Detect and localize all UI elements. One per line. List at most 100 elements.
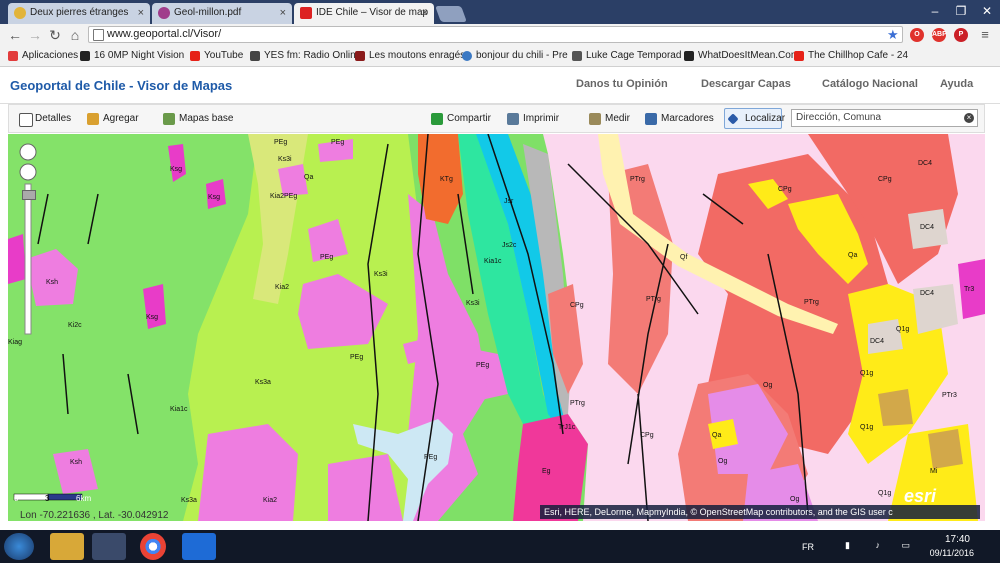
map-unit-label: Qa xyxy=(712,432,722,439)
maximize-icon[interactable]: ❐ xyxy=(948,2,974,20)
map-unit-label: PEg xyxy=(424,454,438,461)
geology-map[interactable]: Ksg Ksg Ksg Ksh Ksh Ki2c Kiag Kia1c Ks3a… xyxy=(8,134,985,521)
reload-icon[interactable]: ↻ xyxy=(46,27,64,43)
google-earth-icon[interactable] xyxy=(182,533,216,560)
tab-ide-chile[interactable]: IDE Chile – Visor de map × xyxy=(294,3,434,24)
map-attribution: Esri, HERE, DeLorme, MapmyIndia, © OpenS… xyxy=(540,505,980,519)
map-unit-label: PTrg xyxy=(646,296,661,303)
close-tab-icon[interactable]: × xyxy=(422,3,428,23)
scale-label-mid: 3 xyxy=(45,494,50,503)
bookmark-chillhop[interactable]: The Chillhop Cafe - 24 xyxy=(794,49,908,63)
map-unit-label: PEg xyxy=(320,254,334,261)
close-tab-icon[interactable]: × xyxy=(280,3,286,23)
tab-geol-millon[interactable]: Geol-millon.pdf × xyxy=(152,3,292,24)
page-title: Geoportal de Chile - Visor de Mapas xyxy=(10,78,233,93)
bookmark-favicon-icon xyxy=(684,51,694,61)
tab-label: Geol-millon.pdf xyxy=(174,7,242,18)
nav-descargar-capas[interactable]: Descargar Capas xyxy=(701,78,791,90)
tab-favicon-icon xyxy=(158,7,170,19)
bookmark-youtube[interactable]: YouTube xyxy=(190,49,243,63)
chrome-menu-icon[interactable]: ≡ xyxy=(976,27,994,43)
volume-icon[interactable]: ♪ xyxy=(876,540,881,550)
bookmark-bonjour-chili[interactable]: bonjour du chili - Pre xyxy=(462,49,568,63)
map-unit-label: Ks3a xyxy=(181,497,197,504)
bookmark-favicon-icon xyxy=(572,51,582,61)
battery-icon[interactable]: ▭ xyxy=(901,540,910,551)
new-tab-button[interactable] xyxy=(435,6,467,22)
map-unit-label: Ksh xyxy=(70,459,83,466)
map-unit-label: Q1g xyxy=(860,370,874,377)
map-unit-label: Tr3 xyxy=(964,286,975,293)
tab-deux-pierres[interactable]: Deux pierres étranges × xyxy=(8,3,150,24)
bookmark-moutons[interactable]: Les moutons enragés xyxy=(355,49,465,63)
opera-ext-icon[interactable]: O xyxy=(910,28,924,42)
forward-icon[interactable]: → xyxy=(26,27,44,43)
agregar-button[interactable]: Agregar xyxy=(87,112,139,126)
bookmark-yes-fm[interactable]: YES fm: Radio Online xyxy=(250,49,361,63)
pinterest-ext-icon[interactable]: P xyxy=(954,28,968,42)
apps-grid-icon xyxy=(8,51,18,61)
clock-date[interactable]: 09/11/2016 xyxy=(930,548,974,558)
scale-label-zero: 0 xyxy=(14,494,19,503)
basemap-icon xyxy=(163,113,175,125)
compartir-button[interactable]: Compartir xyxy=(431,112,491,126)
map-unit-label: Mi xyxy=(930,468,938,475)
nav-ayuda[interactable]: Ayuda xyxy=(940,78,973,90)
detalles-button[interactable]: Detalles xyxy=(19,112,71,127)
map-unit-label: Jsr xyxy=(504,198,514,205)
map-unit-label: CPg xyxy=(778,186,792,193)
map-unit-label: Ks3i xyxy=(278,156,292,163)
bookmark-night-vision[interactable]: 16 0MP Night Vision xyxy=(80,49,184,63)
localizar-button[interactable]: Localizar xyxy=(724,108,785,129)
zoom-out-button[interactable] xyxy=(20,164,36,180)
marcadores-button[interactable]: Marcadores xyxy=(645,112,714,126)
map-unit-label: DC4 xyxy=(920,290,935,297)
map-unit-label: Kiag xyxy=(8,339,23,346)
bookmark-apps[interactable]: Aplicaciones xyxy=(8,49,78,63)
nav-danos-opinion[interactable]: Danos tu Opinión xyxy=(576,78,668,90)
app-header: Geoportal de Chile - Visor de Mapas Dano… xyxy=(0,67,1000,104)
zoom-slider-handle[interactable] xyxy=(22,190,36,200)
network-icon[interactable]: ▮ xyxy=(845,540,850,551)
map-unit-label: Ksg xyxy=(170,166,183,173)
url-input[interactable]: www.geoportal.cl/Visor/ xyxy=(88,26,903,43)
search-input[interactable]: Dirección, Comuna × xyxy=(791,109,978,127)
imprimir-button[interactable]: Imprimir xyxy=(507,112,559,126)
tab-label: IDE Chile – Visor de map xyxy=(316,7,429,18)
bookmark-whatdoesitmean[interactable]: WhatDoesItMean.Com xyxy=(684,49,799,63)
close-tab-icon[interactable]: × xyxy=(138,3,144,23)
pin-icon xyxy=(727,113,739,125)
map-unit-label: Og xyxy=(763,382,773,389)
printer-icon xyxy=(507,113,519,125)
map-unit-label: Ksh xyxy=(46,279,59,286)
bookmark-favicon-icon xyxy=(355,51,365,61)
back-icon[interactable]: ← xyxy=(6,27,24,43)
minimize-icon[interactable]: – xyxy=(922,2,948,20)
map-unit-label: Ksg xyxy=(208,194,221,201)
zoom-in-button[interactable] xyxy=(20,144,36,160)
mapas-base-button[interactable]: Mapas base xyxy=(163,112,233,126)
map-unit-label: Js2c xyxy=(502,242,517,249)
adblock-ext-icon[interactable]: ABP xyxy=(932,28,947,42)
nav-catalogo-nacional[interactable]: Catálogo Nacional xyxy=(822,78,918,90)
bookmark-star-icon[interactable]: ★ xyxy=(887,27,899,43)
start-button[interactable] xyxy=(4,533,34,560)
home-icon[interactable]: ⌂ xyxy=(66,27,84,43)
bookmark-luke-cage[interactable]: Luke Cage Temporad xyxy=(572,49,681,63)
map-unit-label: Kia2PEg xyxy=(270,193,298,200)
bookmark-favicon-icon xyxy=(462,51,472,61)
chrome-icon[interactable] xyxy=(140,533,166,560)
file-explorer-icon[interactable] xyxy=(50,533,84,560)
address-bar-row: ← → ↻ ⌂ www.geoportal.cl/Visor/ ★ O ABP … xyxy=(0,24,1000,46)
bookmark-icon xyxy=(645,113,657,125)
map-unit-label: Qf xyxy=(680,254,688,261)
map-unit-label: Qa xyxy=(304,174,314,181)
map-unit-label: Qa xyxy=(848,252,858,259)
map-unit-label: CPg xyxy=(570,302,584,309)
clear-search-icon[interactable]: × xyxy=(964,113,974,123)
media-player-icon[interactable] xyxy=(92,533,126,560)
input-language[interactable]: FR xyxy=(802,542,814,552)
window-close-icon[interactable]: ✕ xyxy=(974,2,1000,20)
clock-time[interactable]: 17:40 xyxy=(945,534,970,545)
medir-button[interactable]: Medir xyxy=(589,112,630,126)
